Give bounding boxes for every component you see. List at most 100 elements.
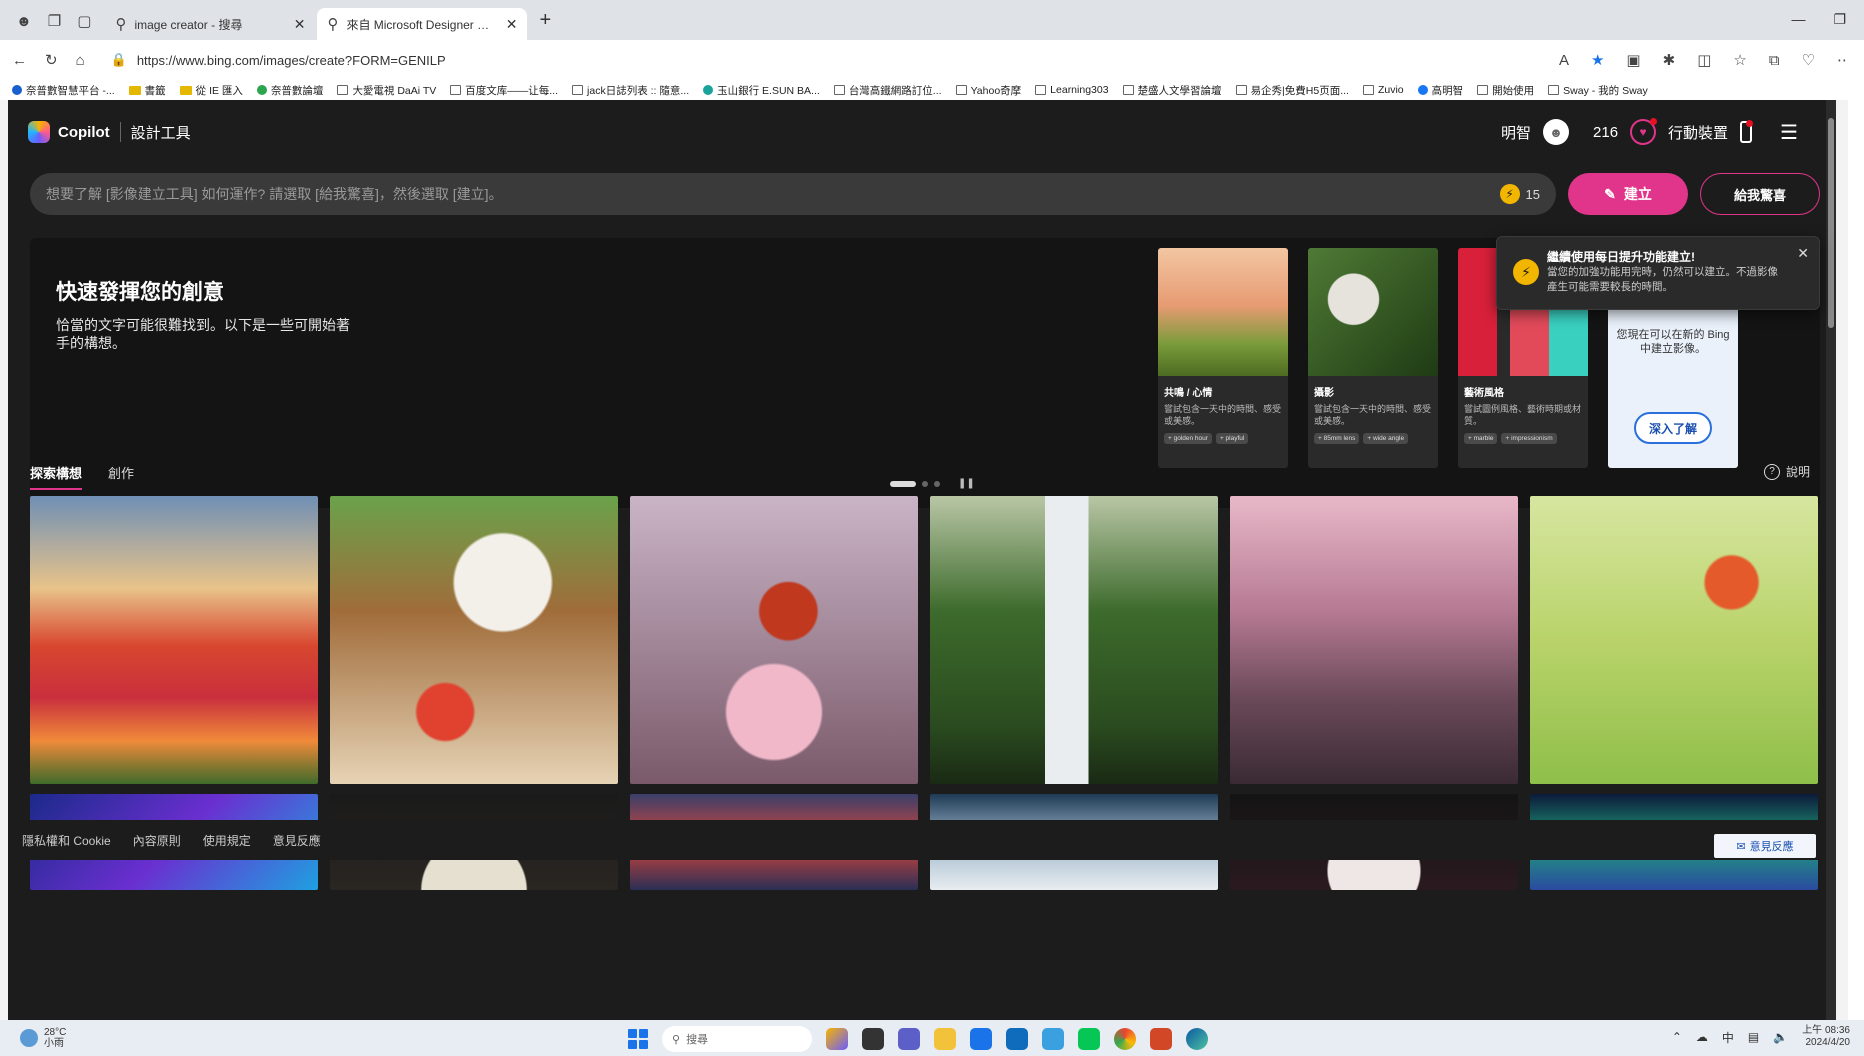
bookmark-folder[interactable]: 書籤 bbox=[128, 83, 166, 98]
minimize-icon[interactable]: — bbox=[1791, 11, 1805, 28]
surprise-me-button[interactable]: 給我驚喜 bbox=[1700, 173, 1820, 215]
create-button[interactable]: ✎ 建立 bbox=[1568, 173, 1688, 215]
gallery-image[interactable] bbox=[1530, 496, 1818, 784]
onedrive-icon[interactable]: ☁ bbox=[1696, 1030, 1708, 1044]
file-explorer-icon[interactable] bbox=[934, 1028, 956, 1050]
back-icon[interactable]: ← bbox=[12, 52, 27, 69]
content-policy-link[interactable]: 內容原則 bbox=[133, 832, 181, 849]
idea-card[interactable]: 共鳴 / 心情 嘗試包含一天中的時間、感受或美感。 + golden hour +… bbox=[1158, 248, 1288, 468]
brand-name[interactable]: Copilot bbox=[58, 124, 110, 141]
close-tab-icon[interactable]: ✕ bbox=[294, 16, 306, 33]
carousel-dot[interactable] bbox=[934, 480, 940, 487]
carousel-dot[interactable] bbox=[922, 480, 928, 487]
extensions-icon[interactable]: ✱ bbox=[1663, 51, 1676, 69]
phone-icon[interactable] bbox=[1740, 120, 1754, 143]
profile-icon[interactable]: ☻ bbox=[16, 13, 32, 30]
chevron-up-icon[interactable]: ⌃ bbox=[1672, 1030, 1682, 1044]
store-icon[interactable] bbox=[970, 1028, 992, 1050]
bookmark-item[interactable]: Zuvio bbox=[1362, 84, 1404, 96]
tab-image-creator-search[interactable]: ⚲ image creator - 搜尋 ✕ bbox=[105, 8, 316, 40]
tab-designer[interactable]: ⚲ 來自 Microsoft Designer 的影像建立工具 ✕ bbox=[317, 8, 528, 40]
task-view-icon[interactable] bbox=[862, 1028, 884, 1050]
bookmark-item[interactable]: 楚盛人文學習論壇 bbox=[1122, 83, 1222, 98]
bookmark-item[interactable]: Yahoo奇摩 bbox=[955, 83, 1021, 98]
new-tab-button[interactable]: + bbox=[529, 9, 561, 40]
url-field[interactable]: 🔒 https://www.bing.com/images/create?FOR… bbox=[103, 45, 1541, 75]
chip[interactable]: + playful bbox=[1215, 433, 1249, 444]
privacy-link[interactable]: 隱私權和 Cookie bbox=[22, 832, 111, 849]
photos-icon[interactable] bbox=[1042, 1028, 1064, 1050]
gallery-image[interactable] bbox=[330, 496, 618, 784]
bookmark-item[interactable]: Sway - 我的 Sway bbox=[1548, 83, 1648, 98]
volume-icon[interactable]: 🔈 bbox=[1773, 1030, 1788, 1044]
edge-icon[interactable] bbox=[1186, 1028, 1208, 1050]
copilot-logo-icon[interactable] bbox=[28, 121, 50, 143]
bookmark-item[interactable]: 玉山銀行 E.SUN BA... bbox=[703, 83, 820, 98]
terms-link[interactable]: 使用規定 bbox=[203, 832, 251, 849]
prompt-input[interactable] bbox=[46, 186, 1500, 202]
avatar[interactable]: ☻ bbox=[1543, 119, 1570, 145]
powerpoint-icon[interactable] bbox=[1150, 1028, 1172, 1050]
user-name[interactable]: 明智 bbox=[1501, 122, 1531, 143]
boost-counter[interactable]: ⚡ 15 bbox=[1499, 184, 1540, 204]
bookmark-item[interactable]: Learning303 bbox=[1035, 84, 1109, 96]
teams-icon[interactable] bbox=[898, 1028, 920, 1050]
chrome-icon[interactable] bbox=[1114, 1028, 1136, 1050]
performance-icon[interactable]: ♡ bbox=[1802, 51, 1815, 69]
tab-creations[interactable]: 創作 bbox=[108, 463, 134, 490]
network-icon[interactable]: ▤ bbox=[1748, 1030, 1759, 1044]
bookmark-item[interactable]: 大愛電視 DaAi TV bbox=[337, 83, 436, 98]
chip[interactable]: + 85mm lens bbox=[1314, 433, 1360, 444]
bookmark-item[interactable]: 奈普數論壇 bbox=[256, 83, 323, 98]
favorites-icon[interactable]: ☆ bbox=[1733, 51, 1746, 69]
start-icon[interactable] bbox=[628, 1029, 648, 1049]
page-scrollbar[interactable] bbox=[1826, 100, 1836, 1020]
gallery-image[interactable] bbox=[1230, 496, 1518, 784]
rewards-icon[interactable]: ♥ bbox=[1630, 118, 1658, 145]
mail-icon[interactable] bbox=[1006, 1028, 1028, 1050]
collections-icon[interactable]: ⧉ bbox=[1769, 52, 1780, 69]
idea-card[interactable]: 攝影 嘗試包含一天中的時間、感受或美感。 + 85mm lens + wide a… bbox=[1308, 248, 1438, 468]
bookmark-item[interactable]: 高明智 bbox=[1417, 83, 1463, 98]
bookmark-folder[interactable]: 從 IE 匯入 bbox=[179, 83, 243, 98]
ime-indicator[interactable]: 中 bbox=[1722, 1029, 1734, 1046]
bookmark-item[interactable]: 台灣高鐵網路訂位... bbox=[833, 83, 942, 98]
pause-icon[interactable]: ❚❚ bbox=[958, 478, 975, 489]
gallery-image[interactable] bbox=[30, 496, 318, 784]
chip[interactable]: + impressionism bbox=[1501, 433, 1557, 444]
tab-explore[interactable]: 探索構想 bbox=[30, 463, 83, 490]
bookmark-item[interactable]: 開始使用 bbox=[1477, 83, 1534, 98]
gallery-image[interactable] bbox=[630, 496, 918, 784]
bookmark-item[interactable]: jack日誌列表 :: 隨意... bbox=[572, 83, 689, 98]
restore-icon[interactable]: ❐ bbox=[1833, 11, 1846, 28]
feedback-link[interactable]: 意見反應 bbox=[273, 832, 321, 849]
chip[interactable]: + golden hour bbox=[1164, 433, 1212, 444]
bookmark-item[interactable]: 易企秀|免費H5页面... bbox=[1235, 83, 1349, 98]
copilot-app-icon[interactable] bbox=[826, 1028, 848, 1050]
chip[interactable]: + wide angle bbox=[1363, 433, 1409, 444]
home-icon[interactable]: ⌂ bbox=[76, 52, 85, 69]
hamburger-menu-icon[interactable]: ☰ bbox=[1780, 120, 1798, 145]
refresh-icon[interactable]: ↻ bbox=[45, 51, 58, 69]
split-screen-icon[interactable]: ◫ bbox=[1697, 51, 1711, 69]
read-aloud-icon[interactable]: A bbox=[1559, 52, 1569, 69]
feedback-button[interactable]: ✉ 意見反應 bbox=[1714, 834, 1816, 858]
close-icon[interactable]: ✕ bbox=[1797, 245, 1809, 262]
favorite-star-icon[interactable]: ★ bbox=[1591, 51, 1604, 69]
mobile-label[interactable]: 行動裝置 bbox=[1668, 122, 1728, 143]
line-icon[interactable] bbox=[1078, 1028, 1100, 1050]
bookmark-item[interactable]: 奈普數智慧平台 -... bbox=[12, 83, 115, 98]
clock[interactable]: 上午 08:36 2024/4/20 bbox=[1802, 1025, 1850, 1049]
gallery-image[interactable] bbox=[930, 496, 1218, 784]
points-count[interactable]: 216 bbox=[1593, 124, 1618, 141]
taskbar-search[interactable]: ⚲ 搜尋 bbox=[662, 1026, 812, 1052]
tab-actions-icon[interactable]: ▢ bbox=[77, 12, 91, 30]
carousel-dot[interactable] bbox=[890, 480, 916, 487]
workspaces-icon[interactable]: ❐ bbox=[48, 12, 61, 30]
weather-widget[interactable]: 28°C 小雨 bbox=[0, 1027, 66, 1049]
chip[interactable]: + marble bbox=[1464, 433, 1498, 444]
help-link[interactable]: ? 說明 bbox=[1763, 463, 1810, 480]
bookmark-item[interactable]: 百度文库——让每... bbox=[450, 83, 558, 98]
extension-icon[interactable]: ▣ bbox=[1626, 51, 1640, 69]
learn-more-button[interactable]: 深入了解 bbox=[1634, 412, 1712, 444]
